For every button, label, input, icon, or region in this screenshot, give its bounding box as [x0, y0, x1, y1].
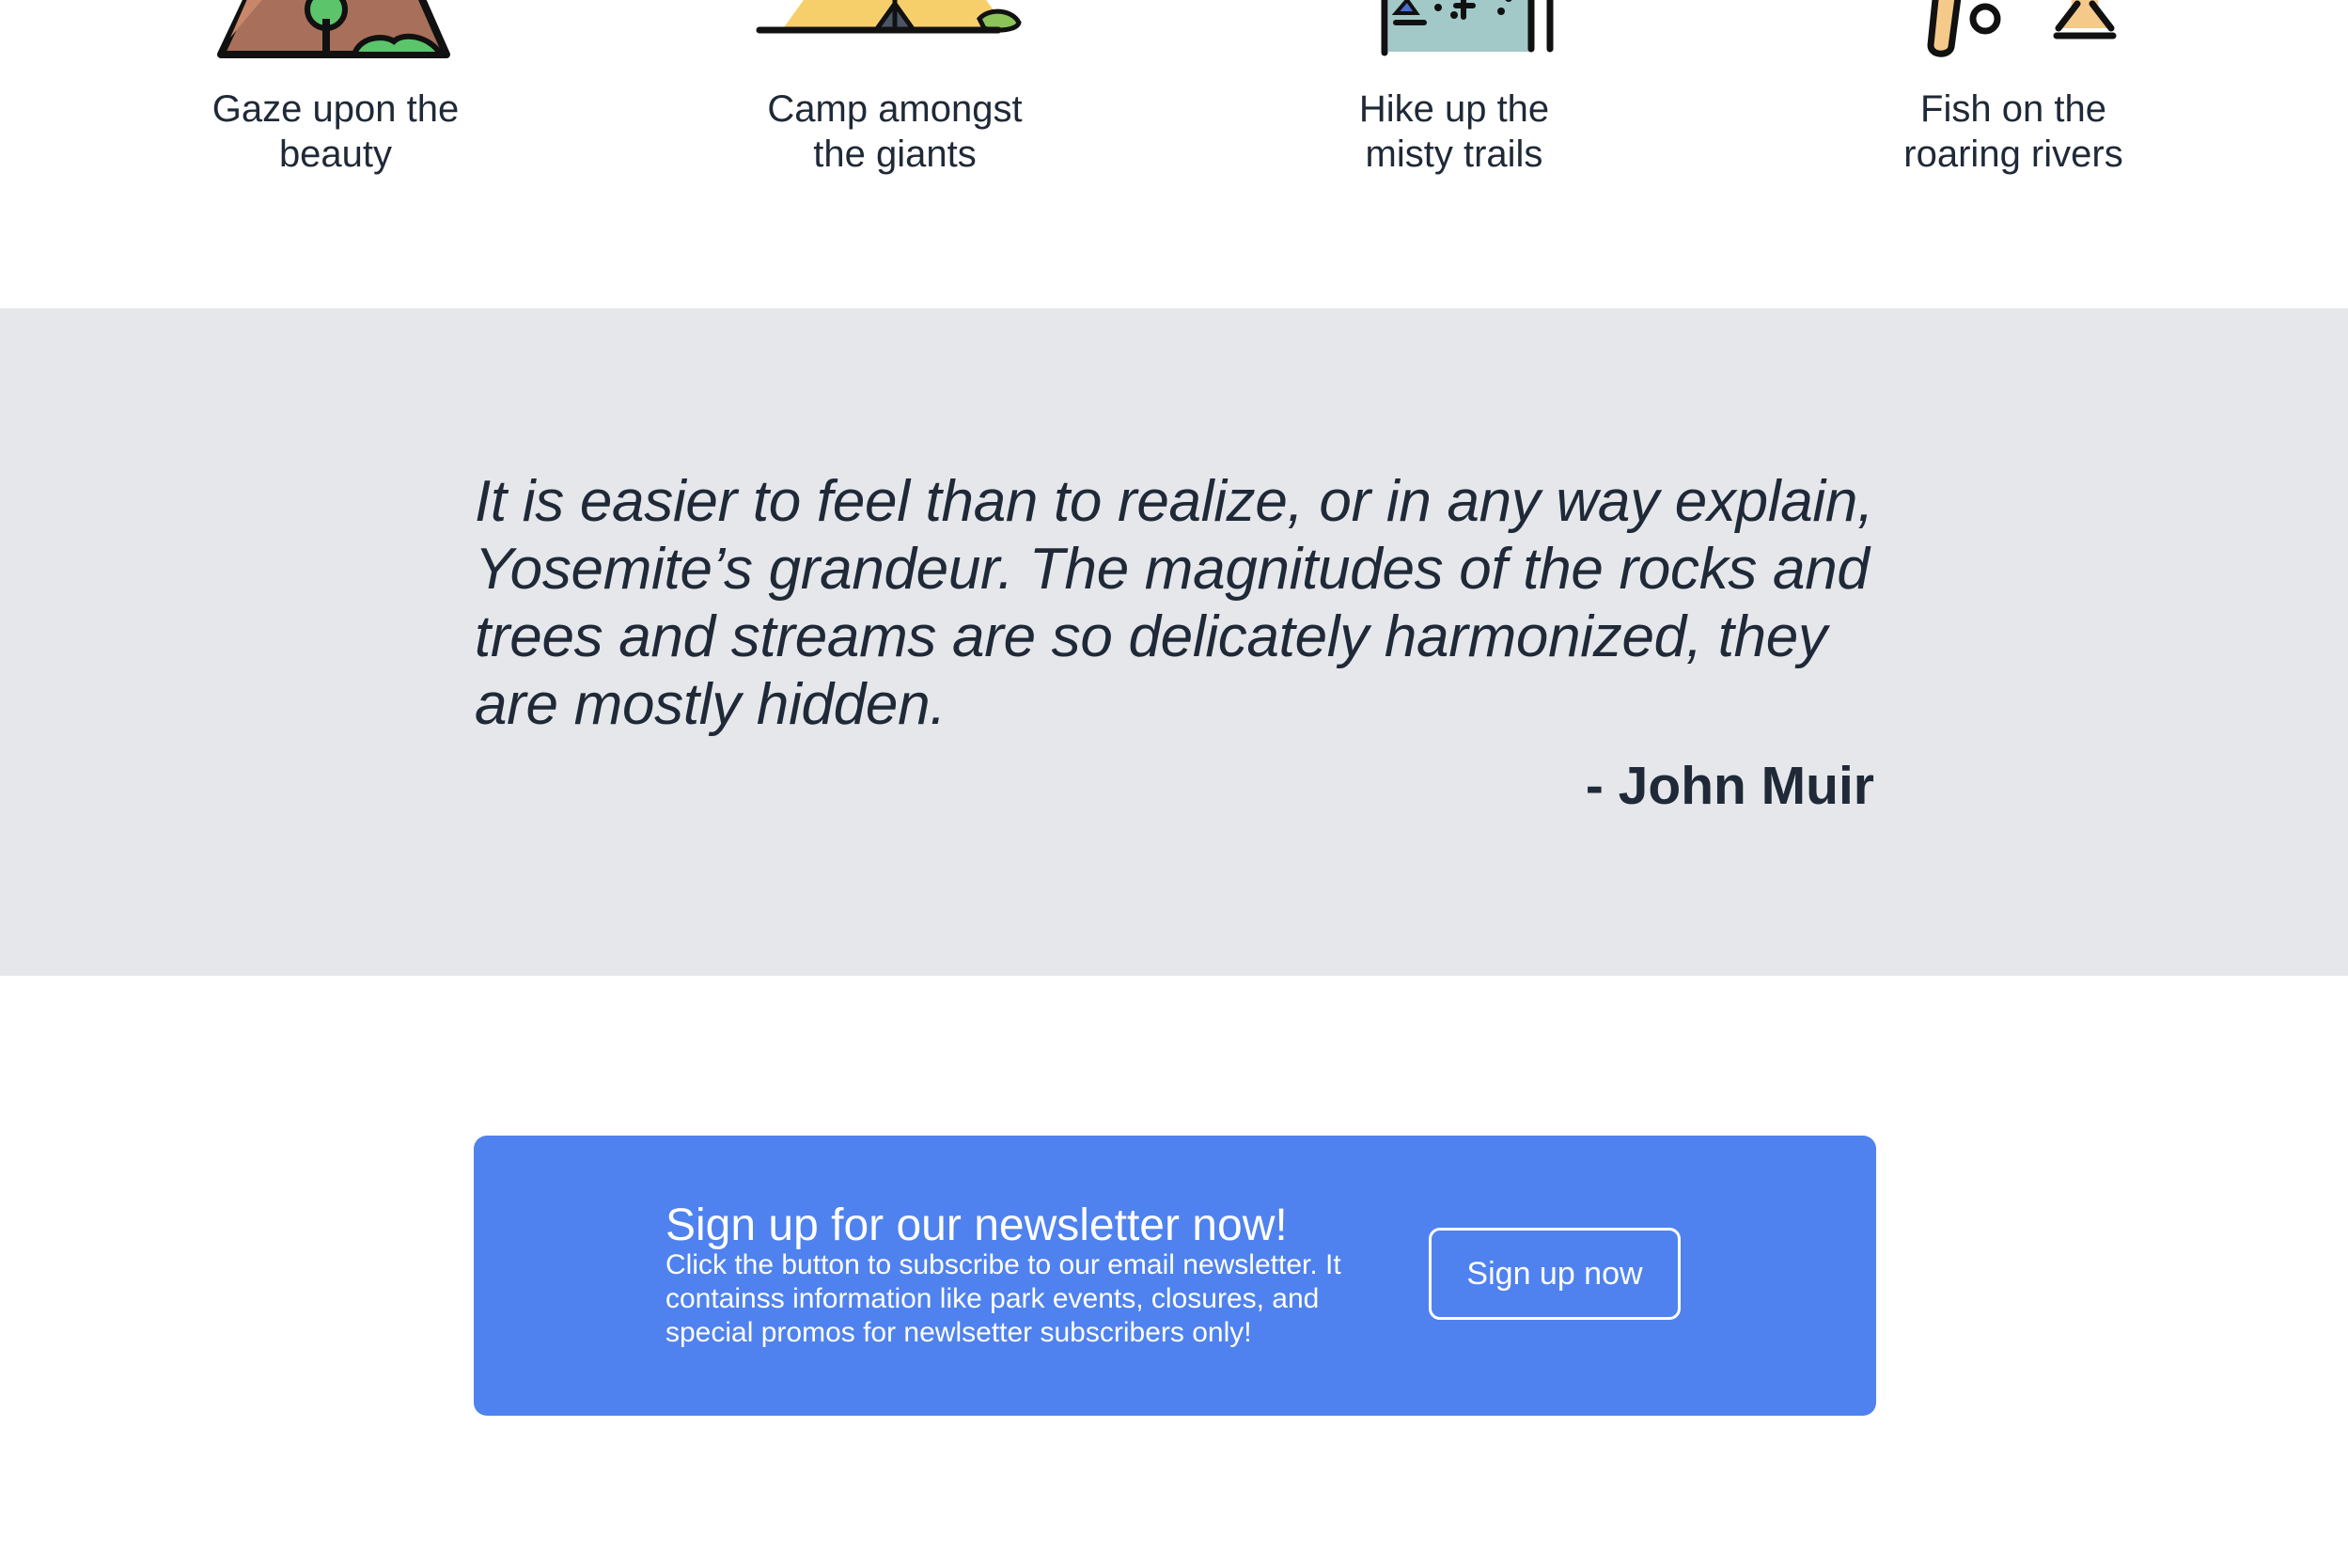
features-row: Gaze upon the beauty Camp amongst the gi… [0, 0, 2348, 308]
sign-up-button[interactable]: Sign up now [1429, 1228, 1681, 1320]
newsletter-banner: Sign up for our newsletter now! Click th… [474, 1136, 1876, 1416]
quote-text: It is easier to feel than to realize, or… [475, 469, 1874, 737]
feature-label: Gaze upon the beauty [211, 88, 460, 175]
fishing-icon [1927, 0, 2117, 57]
feature-label: Fish on the roaring rivers [1903, 88, 2123, 175]
quote-author: - John Muir [1585, 756, 1874, 816]
tent-icon [756, 0, 1022, 34]
newsletter-description: Click the button to subscribe to our ema… [665, 1249, 1341, 1348]
mountain-icon [217, 0, 450, 58]
quote-section: It is easier to feel than to realize, or… [0, 308, 2348, 976]
feature-label: Camp amongst the giants [767, 88, 1023, 175]
hiking-trail-icon [1381, 0, 1554, 56]
feature-label: Hike up the misty trails [1358, 88, 1550, 175]
newsletter-title: Sign up for our newsletter now! [665, 1200, 1288, 1250]
